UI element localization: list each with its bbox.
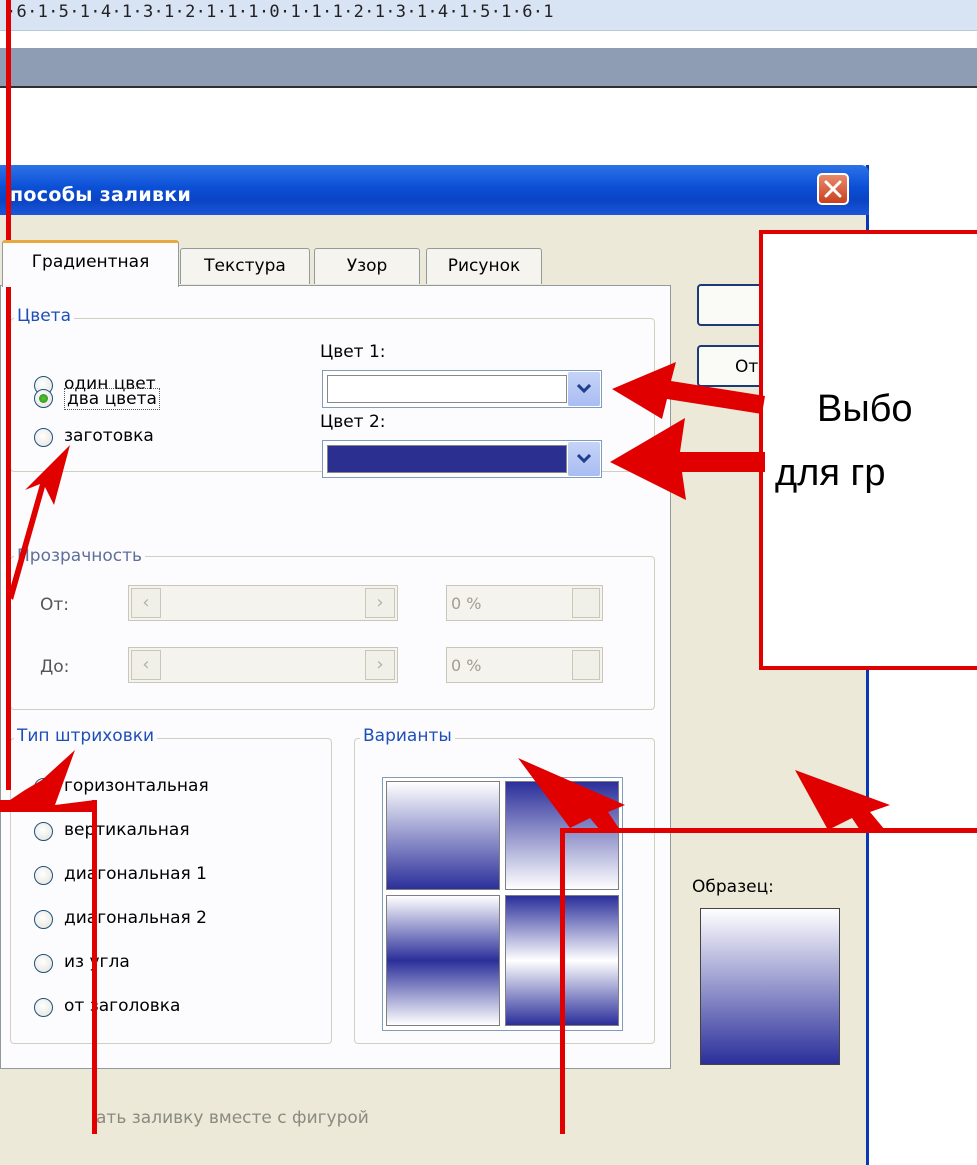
annotation-frame-bottom-left [92,800,97,1134]
arrow-preset [8,445,70,600]
arrow-color1 [612,362,765,419]
annotation-frame-bottom-line [560,828,977,833]
tab-gradient[interactable]: Градиентная [2,240,179,287]
annotation-arrows [0,362,977,1134]
arrow-color2 [610,418,765,500]
arrow-variants [518,758,625,830]
arrow-sample [795,770,890,830]
arrow-shading [0,750,95,812]
annotation-frame-bottom-mid [560,828,565,1134]
